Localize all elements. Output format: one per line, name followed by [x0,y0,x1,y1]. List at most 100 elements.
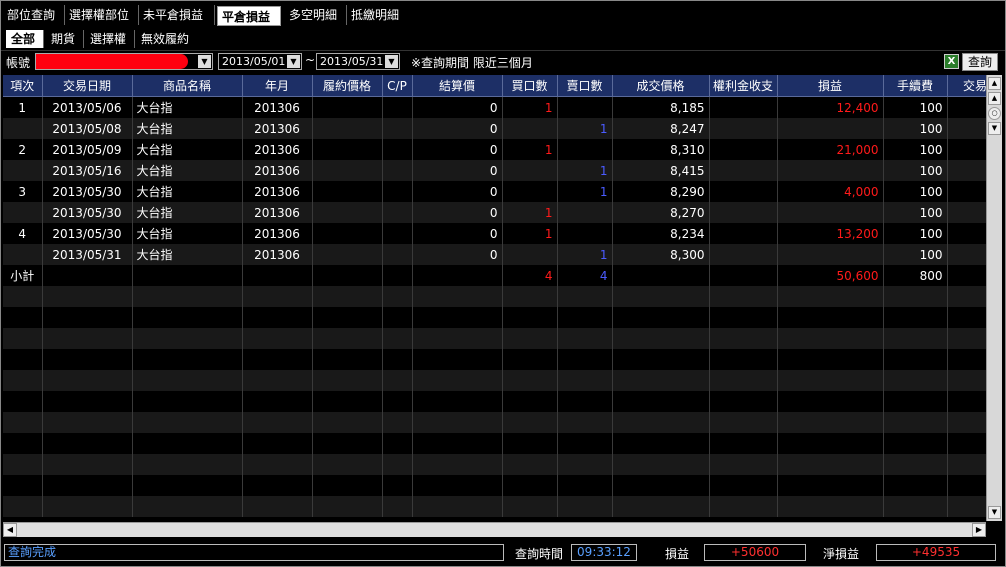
net-pnl-value: +49535 [876,544,996,561]
cell-cp [382,160,413,181]
table-row[interactable]: 2013/05/08大台指201306 0 18,247 10033 [3,118,986,139]
scroll-thumb[interactable]: ○ [988,107,1001,120]
status-bar: 查詢完成 查詢時間 09:33:12 損益 +50600 淨損益 +49535 [1,541,1005,566]
cell-product: 大台指 [132,181,243,202]
cell-settle: 0 [412,181,503,202]
table-row[interactable]: 2013/05/30大台指201306 01 8,270 10033 [3,202,986,223]
chevron-down-icon[interactable]: ▼ [287,55,300,68]
col-header-price[interactable]: 成交價格 [612,75,710,97]
cell-buy [502,370,558,391]
col-header-settle[interactable]: 結算價 [412,75,503,97]
cell-strike [312,307,383,328]
chevron-down-icon[interactable]: ▼ [385,55,398,68]
cell-fee [883,496,948,517]
empty-row[interactable] [3,433,986,454]
scroll-bottom-icon[interactable]: ▼ [988,122,1001,135]
cell-date: 2013/05/08 [42,118,133,139]
cell-ym [242,349,313,370]
cell-strike [312,244,383,265]
empty-row[interactable] [3,286,986,307]
cell-buy [502,433,558,454]
cell-date: 2013/05/30 [42,181,133,202]
table-row[interactable]: 32013/05/30大台指201306 0 18,290 4,00010033 [3,181,986,202]
table-row[interactable]: 2013/05/31大台指201306 0 18,300 10033 [3,244,986,265]
tab-closed-position-pnl[interactable]: 平倉損益 [217,6,281,26]
end-date-select[interactable]: 2013/05/31 ▼ [316,53,400,70]
excel-export-icon[interactable]: X [944,54,959,69]
query-button[interactable]: 查詢 [962,53,998,71]
col-header-no[interactable]: 項次 [3,75,43,97]
empty-row[interactable] [3,412,986,433]
horizontal-scrollbar[interactable]: ◀ ▶ [3,522,986,537]
cell-cp [382,391,413,412]
cell-pnl [777,244,884,265]
cell-strike [312,328,383,349]
cell-date [42,349,133,370]
tab-long-short-detail[interactable]: 多空明細 [285,5,347,25]
cell-premium [709,307,778,328]
cell-sell: 4 [557,265,613,286]
cell-tax [947,286,986,307]
empty-row[interactable] [3,475,986,496]
table-row[interactable]: 42013/05/30大台指201306 01 8,234 13,20010033 [3,223,986,244]
table-body: 12013/05/06大台指201306018,18512,4001003320… [3,96,986,517]
col-header-sell-qty[interactable]: 賣口數 [557,75,613,97]
col-header-pnl[interactable]: 損益 [777,75,884,97]
cell-buy: 1 [502,139,558,160]
empty-row[interactable] [3,370,986,391]
account-select[interactable]: ▼ [35,53,213,70]
cell-ym: 201306 [242,223,313,244]
col-header-date[interactable]: 交易日期 [42,75,133,97]
col-header-premium[interactable]: 權利金收支 [709,75,778,97]
empty-row[interactable] [3,307,986,328]
col-header-tax[interactable]: 交易稅 [947,75,986,97]
chevron-down-icon[interactable]: ▼ [198,55,211,68]
cell-tax: 265 [947,265,986,286]
subtab-futures[interactable]: 期貨 [46,30,84,48]
table-row[interactable]: 22013/05/09大台指201306 01 8,310 21,00010033 [3,139,986,160]
empty-row[interactable] [3,496,986,517]
subtotal-row[interactable]: 小計 44 50,600800265 [3,265,986,286]
cell-pnl: 21,000 [777,139,884,160]
table-row[interactable]: 12013/05/06大台指201306018,18512,40010033 [3,96,986,118]
scroll-right-icon[interactable]: ▶ [972,523,986,537]
scroll-down-icon[interactable]: ▼ [988,506,1001,519]
vertical-scrollbar[interactable]: ▲ ▲ ○ ▼ ▼ [986,75,1002,521]
table-row[interactable]: 2013/05/16大台指201306 0 18,415 10034 [3,160,986,181]
cell-cp [382,265,413,286]
tab-position-query[interactable]: 部位查詢 [3,5,65,25]
col-header-cp[interactable]: C/P [382,75,413,97]
tab-option-position[interactable]: 選擇權部位 [65,5,139,25]
cell-date: 2013/05/30 [42,223,133,244]
col-header-buy-qty[interactable]: 買口數 [502,75,558,97]
col-header-product[interactable]: 商品名稱 [132,75,243,97]
cell-buy [502,349,558,370]
subtab-invalid-exercise[interactable]: 無效履約 [136,30,196,48]
start-date-select[interactable]: 2013/05/01 ▼ [218,53,302,70]
col-header-strike[interactable]: 履約價格 [312,75,383,97]
scroll-up-icon[interactable]: ▲ [988,92,1001,105]
cell-settle: 0 [412,96,503,118]
col-header-year-month[interactable]: 年月 [242,75,313,97]
subtab-options[interactable]: 選擇權 [85,30,135,48]
scroll-left-icon[interactable]: ◀ [3,523,17,537]
cell-price: 8,290 [612,181,710,202]
cell-strike [312,286,383,307]
cell-settle: 0 [412,118,503,139]
cell-pnl [777,349,884,370]
empty-row[interactable] [3,454,986,475]
cell-settle: 0 [412,223,503,244]
subtab-all[interactable]: 全部 [6,30,44,48]
cell-sell [557,496,613,517]
cell-strike [312,349,383,370]
query-time-label: 查詢時間 [515,547,564,561]
pnl-value: +50600 [704,544,806,561]
col-header-fee[interactable]: 手續費 [883,75,948,97]
scroll-top-icon[interactable]: ▲ [988,77,1001,90]
empty-row[interactable] [3,349,986,370]
empty-row[interactable] [3,328,986,349]
empty-row[interactable] [3,391,986,412]
tab-open-position-pnl[interactable]: 未平倉損益 [139,5,215,25]
cell-no: 4 [3,223,43,244]
tab-collateral-detail[interactable]: 抵繳明細 [347,5,409,25]
